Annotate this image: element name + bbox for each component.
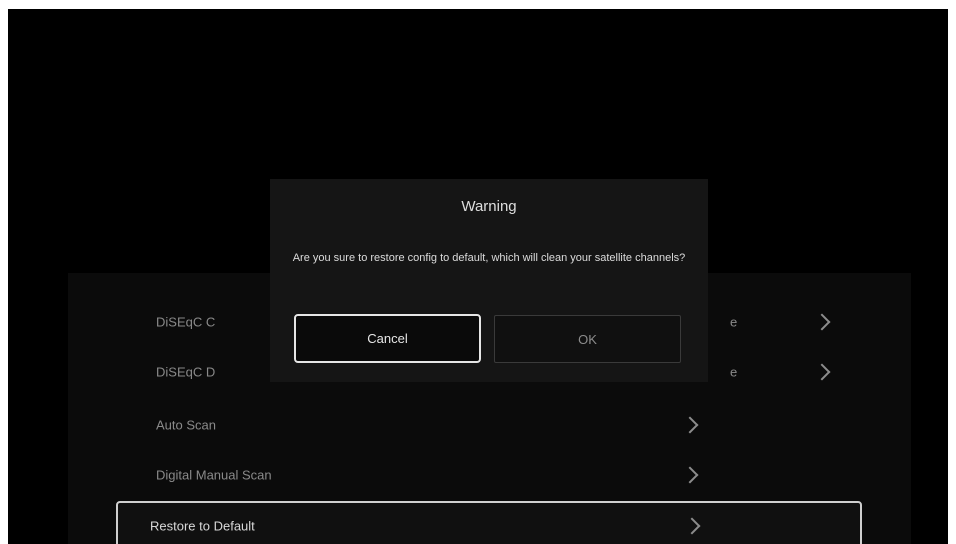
chevron-right-icon xyxy=(681,416,699,434)
tv-screen: DiSEqC C e DiSEqC D e Auto Scan Digital … xyxy=(8,9,948,544)
dialog-message: Are you sure to restore config to defaul… xyxy=(292,252,686,264)
warning-dialog: Warning Are you sure to restore config t… xyxy=(270,179,708,382)
menu-item-value: e xyxy=(730,364,738,380)
chevron-right-icon xyxy=(681,466,699,484)
menu-item-digital-manual-scan[interactable]: Digital Manual Scan xyxy=(94,452,794,498)
menu-item-label: DiSEqC D xyxy=(156,364,216,380)
menu-item-restore-to-default[interactable]: Restore to Default xyxy=(116,501,862,544)
menu-item-auto-scan[interactable]: Auto Scan xyxy=(94,402,794,448)
menu-item-label: Digital Manual Scan xyxy=(156,467,272,483)
ok-button[interactable]: OK xyxy=(494,315,681,363)
menu-item-label: DiSEqC C xyxy=(156,314,216,330)
menu-item-label: Auto Scan xyxy=(156,417,216,433)
dialog-title: Warning xyxy=(461,198,517,215)
menu-item-value: e xyxy=(730,314,738,330)
cancel-button[interactable]: Cancel xyxy=(294,314,481,363)
chevron-right-icon xyxy=(683,517,701,535)
menu-item-label: Restore to Default xyxy=(150,518,255,534)
